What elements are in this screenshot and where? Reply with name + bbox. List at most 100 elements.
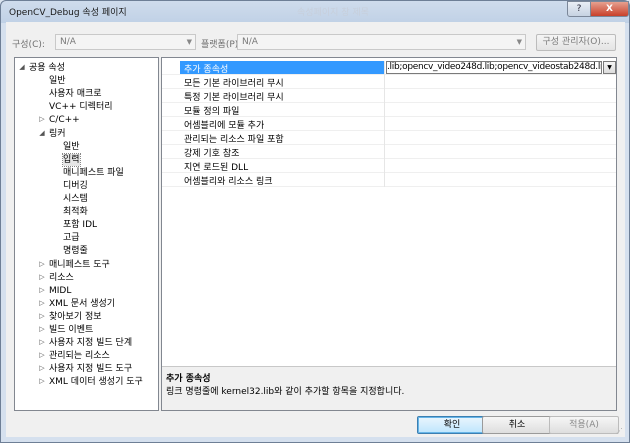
tree-item[interactable]: 최적화 <box>63 206 88 218</box>
property-name: 관리되는 리소스 파일 포함 <box>184 135 284 145</box>
tree-item-label: 찾아보기 정보 <box>49 311 102 322</box>
apply-button[interactable]: 적용(A) <box>549 416 619 434</box>
property-name: 추가 종속성 <box>184 65 229 75</box>
platform-combobox[interactable]: N/A ▼ <box>237 34 526 50</box>
tree-item[interactable]: 디버깅 <box>63 180 88 192</box>
help-button[interactable]: ? <box>567 1 591 17</box>
property-grid-panel: 추가 종속성 .lib;opencv_video248d.lib;opencv_v… <box>161 57 617 411</box>
additional-dependencies-input[interactable]: .lib;opencv_video248d.lib;opencv_videost… <box>386 61 602 74</box>
tree-item[interactable]: 빌드 이벤트 <box>49 324 93 336</box>
tree-item[interactable]: 링커 <box>49 128 66 140</box>
collapse-arrow-icon[interactable]: ◢ <box>18 63 26 71</box>
column-divider <box>384 75 385 89</box>
config-label: 구성(C): <box>12 40 45 50</box>
tree-item-label: 빌드 이벤트 <box>49 325 94 335</box>
property-row[interactable]: 추가 종속성 .lib;opencv_video248d.lib;opencv_v… <box>162 61 616 75</box>
close-button[interactable]: X <box>590 1 629 17</box>
expand-arrow-icon[interactable]: ▷ <box>38 364 46 372</box>
tree-item-label: 최적화 <box>63 207 88 218</box>
expand-arrow-icon[interactable]: ▷ <box>38 325 46 333</box>
column-divider <box>384 103 385 117</box>
tree-item[interactable]: 입력 <box>62 152 81 167</box>
description-title: 추가 종속성 <box>166 374 211 384</box>
tree-item[interactable]: VC++ 디렉터리 <box>49 101 113 113</box>
tree-item[interactable]: 사용자 매크로 <box>49 88 102 100</box>
tree-item-label: VC++ 디렉터리 <box>49 102 113 113</box>
config-combobox[interactable]: N/A ▼ <box>55 34 196 50</box>
property-name: 어셈블리에 모듈 추가 <box>184 121 265 131</box>
column-divider <box>384 89 385 103</box>
property-row[interactable]: 관리되는 리소스 파일 포함 <box>162 131 616 145</box>
tree-item[interactable]: 일반 <box>63 141 80 153</box>
window-title: OpenCV_Debug 속성 페이지 <box>9 8 127 18</box>
tree-item[interactable]: 명령줄 <box>63 245 88 257</box>
tree-item[interactable]: MIDL <box>49 285 71 297</box>
column-divider <box>384 145 385 159</box>
tree-item[interactable]: 리소스 <box>49 272 74 284</box>
property-row[interactable]: 지연 로드된 DLL <box>162 159 616 173</box>
expand-arrow-icon[interactable]: ▷ <box>38 351 46 359</box>
tree-item[interactable]: 사용자 지정 빌드 단계 <box>49 337 132 349</box>
tree-item[interactable]: 매니페스트 파일 <box>63 167 124 179</box>
tree-item[interactable]: XML 데이터 생성기 도구 <box>49 376 143 388</box>
category-tree[interactable]: 공용 속성 ◢ 일반 사용자 매크로 VC++ 디렉터리 C/C++ ▷ 링커 ◢ 일반 입력 매니페… <box>14 57 159 411</box>
collapse-arrow-icon[interactable]: ◢ <box>38 129 46 137</box>
property-row[interactable]: 특정 기본 라이브러리 무시 <box>162 89 616 103</box>
expand-arrow-icon[interactable]: ▷ <box>38 377 46 385</box>
resize-grip-icon[interactable]: ⋰ <box>616 427 623 435</box>
column-divider <box>384 159 385 173</box>
tree-item[interactable]: 시스템 <box>63 193 88 205</box>
expand-arrow-icon[interactable]: ▷ <box>38 260 46 268</box>
tree-item[interactable]: C/C++ <box>49 114 80 126</box>
close-icon: X <box>606 4 613 14</box>
property-name: 모듈 정의 파일 <box>184 107 240 117</box>
title-bar[interactable]: OpenCV_Debug 속성 페이지 속성페이지 창 제목 ? X <box>1 1 629 21</box>
platform-label: 플랫폼(P): <box>201 40 242 50</box>
expand-arrow-icon[interactable]: ▷ <box>38 299 46 307</box>
tree-item-label: XML 문서 생성기 <box>49 298 116 309</box>
chevron-down-icon[interactable]: ▼ <box>603 61 616 74</box>
expand-arrow-icon[interactable]: ▷ <box>38 286 46 294</box>
tree-item-label: 일반 <box>63 141 80 152</box>
column-divider <box>384 61 385 75</box>
tree-item-label: 명령줄 <box>63 246 88 257</box>
additional-dependencies-value: .lib;opencv_video248d.lib;opencv_videost… <box>387 62 602 72</box>
property-row[interactable]: 모듈 정의 파일 <box>162 103 616 117</box>
tree-item-label: 고급 <box>63 233 80 244</box>
expand-arrow-icon[interactable]: ▷ <box>38 115 46 123</box>
tree-item[interactable]: XML 문서 생성기 <box>49 298 115 310</box>
cancel-button[interactable]: 취소 <box>482 416 552 434</box>
tree-item-label: 매니페스트 도구 <box>49 259 110 270</box>
tree-item-label: 사용자 지정 빌드 도구 <box>49 364 133 375</box>
config-manager-button[interactable]: 구성 관리자(O)... <box>536 34 616 51</box>
expand-arrow-icon[interactable]: ▷ <box>38 312 46 320</box>
expand-arrow-icon[interactable]: ▷ <box>38 338 46 346</box>
dialog-client: 구성(C): N/A ▼ 플랫폼(P): N/A ▼ 구성 관리자(O)... … <box>6 22 625 437</box>
property-row[interactable]: 모든 기본 라이브러리 무시 <box>162 75 616 89</box>
property-name: 특정 기본 라이브러리 무시 <box>184 93 284 103</box>
expand-arrow-icon[interactable]: ▷ <box>38 273 46 281</box>
property-name: 지연 로드된 DLL <box>184 163 249 173</box>
property-name: 강제 기호 참조 <box>184 149 240 159</box>
tree-item[interactable]: 포함 IDL <box>63 219 97 231</box>
column-divider <box>384 117 385 131</box>
tree-item[interactable]: 관리되는 리소스 <box>49 350 110 362</box>
tree-item[interactable]: 일반 <box>49 75 66 87</box>
property-row[interactable]: 어셈블리에 모듈 추가 <box>162 117 616 131</box>
tree-item-label: 링커 <box>49 128 66 139</box>
tree-item[interactable]: 사용자 지정 빌드 도구 <box>49 363 132 375</box>
tree-item-label: 매니페스트 파일 <box>63 167 124 178</box>
tree-item-label: XML 데이터 생성기 도구 <box>49 377 143 388</box>
tree-item-label: 디버깅 <box>63 180 88 191</box>
help-icon: ? <box>576 4 582 14</box>
tree-item[interactable]: 공용 속성 <box>29 62 65 74</box>
property-row[interactable]: 어셈블리와 리소스 링크 <box>162 173 616 187</box>
property-name: 어셈블리와 리소스 링크 <box>184 177 273 187</box>
description-text: 링크 명령줄에 kernel32.lib와 같이 추가할 항목을 지정합니다. <box>166 387 405 397</box>
ok-button[interactable]: 확인 <box>417 416 487 434</box>
tree-item[interactable]: 매니페스트 도구 <box>49 259 110 271</box>
tree-item[interactable]: 고급 <box>63 232 80 244</box>
tree-item[interactable]: 찾아보기 정보 <box>49 311 102 323</box>
window-title-ghost: 속성페이지 창 제목 <box>297 8 369 18</box>
property-row[interactable]: 강제 기호 참조 <box>162 145 616 159</box>
